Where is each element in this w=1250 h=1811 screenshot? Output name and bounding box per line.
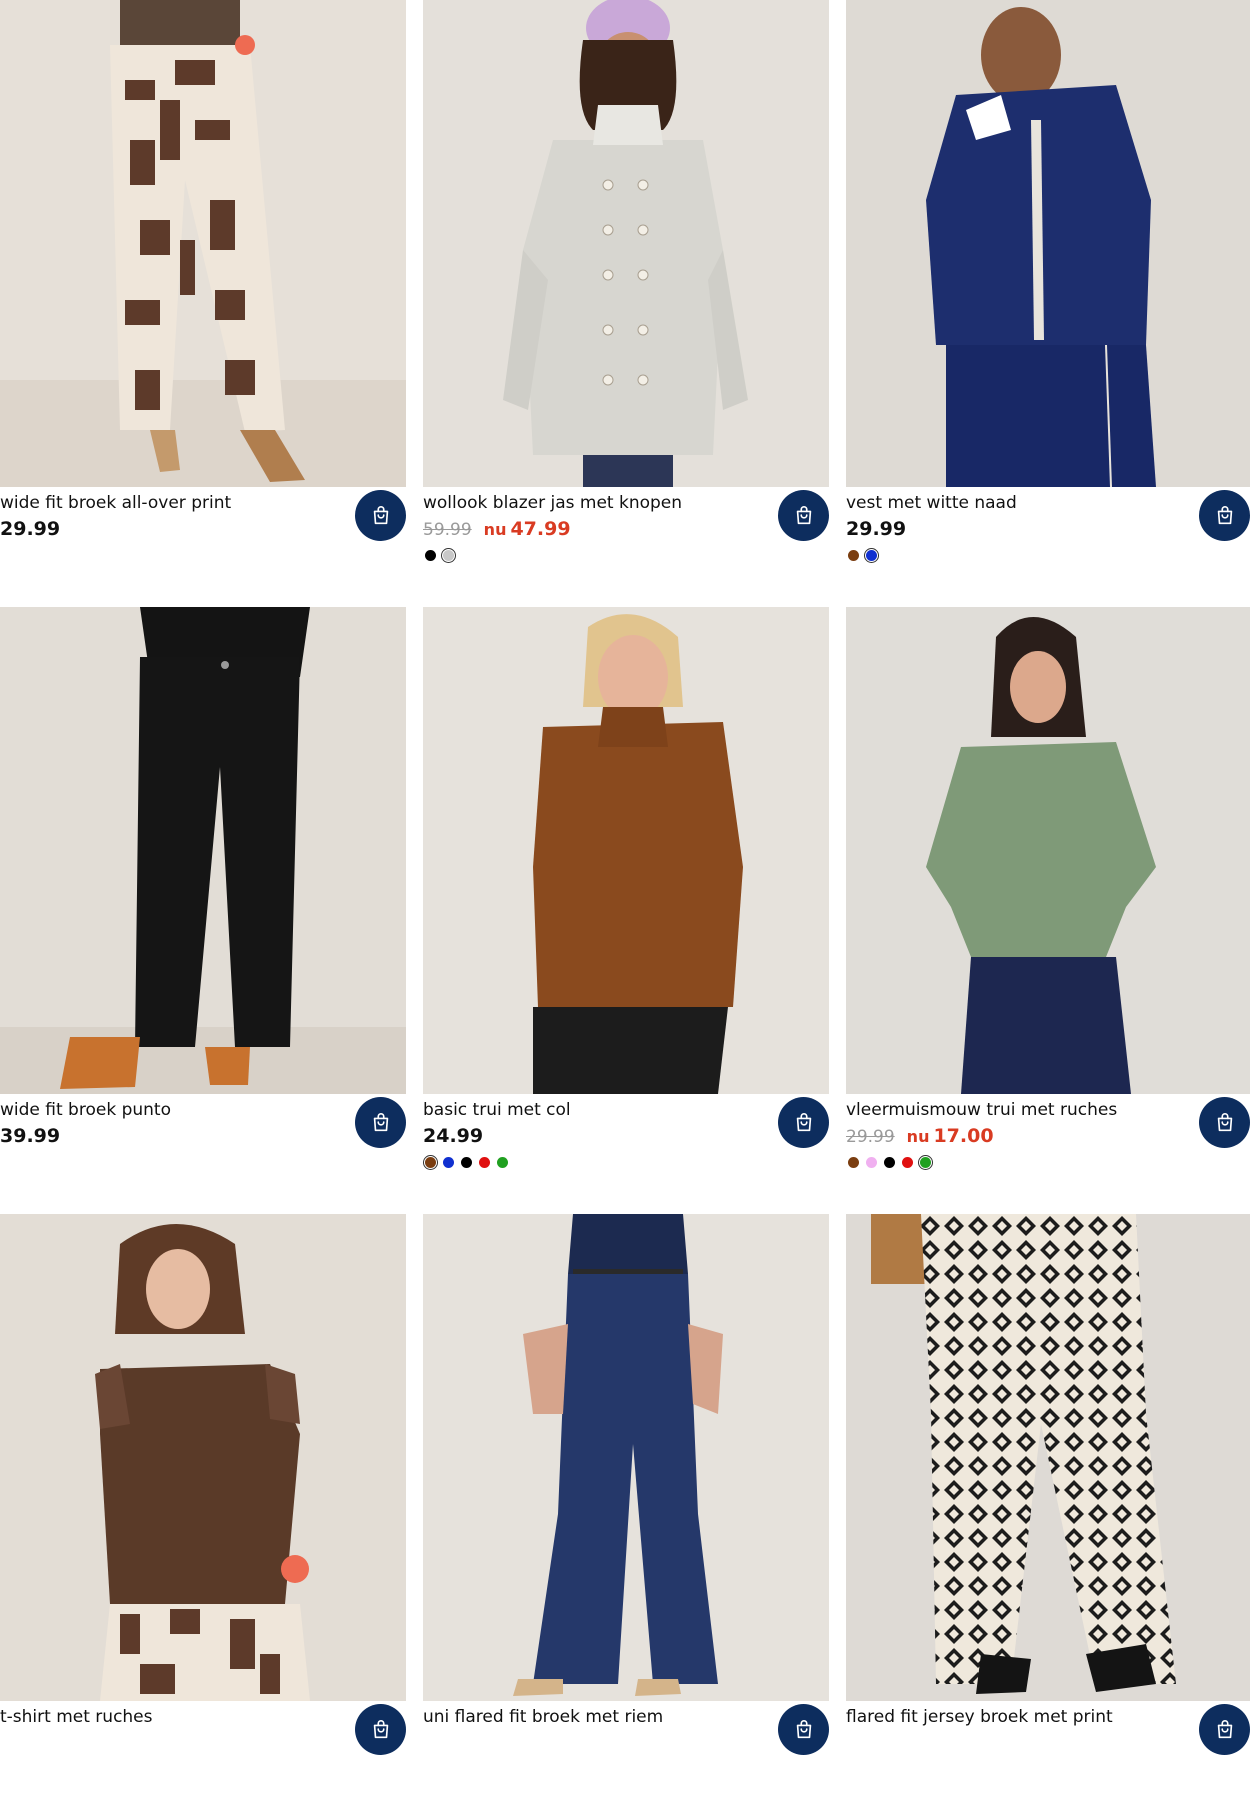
product-price: 39.99 xyxy=(0,1125,61,1147)
add-to-cart-button[interactable] xyxy=(778,1097,829,1148)
color-swatch[interactable] xyxy=(440,547,457,564)
product-image[interactable] xyxy=(423,607,829,1094)
color-swatch[interactable] xyxy=(866,1157,877,1168)
product-card[interactable]: wide fit broek all-over print 29.99 xyxy=(0,0,406,597)
product-price: 29.99 xyxy=(846,518,907,540)
product-image[interactable] xyxy=(0,607,406,1094)
product-price: 24.99 xyxy=(423,1125,484,1147)
product-info: wollook blazer jas met knopen 59.99 nu 47… xyxy=(423,487,829,597)
product-info: vest met witte naad 29.99 xyxy=(846,487,1250,597)
color-swatch[interactable] xyxy=(479,1157,490,1168)
shopping-bag-icon xyxy=(373,1719,388,1738)
add-to-cart-button[interactable] xyxy=(355,1097,406,1148)
price-row: 39.99 xyxy=(0,1125,60,1149)
product-title[interactable]: basic trui met col xyxy=(423,1099,571,1121)
price-row: 29.99 nu 17.00 xyxy=(846,1125,994,1149)
product-price: 29.99 xyxy=(0,518,61,540)
product-info: uni flared fit broek met riem xyxy=(423,1701,829,1811)
sale-price: nu 47.99 xyxy=(484,518,571,540)
product-image[interactable] xyxy=(846,607,1250,1094)
color-swatches xyxy=(848,547,880,564)
sale-price-value: 47.99 xyxy=(510,518,571,540)
color-swatch[interactable] xyxy=(425,550,436,561)
color-swatch[interactable] xyxy=(863,547,880,564)
product-title[interactable]: flared fit jersey broek met print xyxy=(846,1706,1113,1728)
product-title[interactable]: vleermuismouw trui met ruches xyxy=(846,1099,1117,1121)
sale-prefix: nu xyxy=(483,520,507,539)
product-card[interactable]: flared fit jersey broek met print xyxy=(846,1214,1250,1811)
price-row: 29.99 xyxy=(846,518,906,542)
shopping-bag-icon xyxy=(1217,505,1232,524)
price-row: 59.99 nu 47.99 xyxy=(423,518,571,542)
color-swatch[interactable] xyxy=(461,1157,472,1168)
product-title[interactable]: wide fit broek all-over print xyxy=(0,492,231,514)
product-image[interactable] xyxy=(423,1214,829,1701)
product-card[interactable]: wide fit broek punto 39.99 xyxy=(0,607,406,1204)
add-to-cart-button[interactable] xyxy=(355,490,406,541)
product-card[interactable]: uni flared fit broek met riem xyxy=(423,1214,829,1811)
add-to-cart-button[interactable] xyxy=(1199,1097,1250,1148)
color-swatch[interactable] xyxy=(884,1157,895,1168)
price-row: 29.99 xyxy=(0,518,60,542)
color-swatches xyxy=(848,1154,934,1171)
shopping-bag-icon xyxy=(796,1112,811,1131)
product-card[interactable]: wollook blazer jas met knopen 59.99 nu 47… xyxy=(423,0,829,597)
color-swatch[interactable] xyxy=(497,1157,508,1168)
product-image[interactable] xyxy=(0,1214,406,1701)
shopping-bag-icon xyxy=(1217,1719,1232,1738)
old-price: 29.99 xyxy=(846,1127,895,1147)
shopping-bag-icon xyxy=(373,1112,388,1131)
color-swatch[interactable] xyxy=(848,1157,859,1168)
color-swatches xyxy=(425,547,457,564)
color-swatches xyxy=(422,1154,508,1171)
product-grid: wide fit broek all-over print 29.99 woll… xyxy=(0,0,1250,1755)
product-card[interactable]: t-shirt met ruches xyxy=(0,1214,406,1811)
add-to-cart-button[interactable] xyxy=(1199,1704,1250,1755)
shopping-bag-icon xyxy=(1217,1112,1232,1131)
product-info: t-shirt met ruches xyxy=(0,1701,406,1811)
product-card[interactable]: vest met witte naad 29.99 xyxy=(846,0,1250,597)
color-swatch[interactable] xyxy=(917,1154,934,1171)
color-swatch[interactable] xyxy=(848,550,859,561)
product-image[interactable] xyxy=(0,0,406,487)
add-to-cart-button[interactable] xyxy=(355,1704,406,1755)
shopping-bag-icon xyxy=(796,505,811,524)
shopping-bag-icon xyxy=(796,1719,811,1738)
sale-price: nu 17.00 xyxy=(907,1125,994,1147)
product-info: flared fit jersey broek met print xyxy=(846,1701,1250,1811)
color-swatch[interactable] xyxy=(902,1157,913,1168)
product-title[interactable]: wollook blazer jas met knopen xyxy=(423,492,682,514)
product-title[interactable]: wide fit broek punto xyxy=(0,1099,171,1121)
product-image[interactable] xyxy=(846,0,1250,487)
product-title[interactable]: vest met witte naad xyxy=(846,492,1017,514)
product-info: basic trui met col 24.99 xyxy=(422,1094,829,1204)
product-title[interactable]: t-shirt met ruches xyxy=(0,1706,153,1728)
shopping-bag-icon xyxy=(373,505,388,524)
add-to-cart-button[interactable] xyxy=(778,1704,829,1755)
price-row: 24.99 xyxy=(423,1125,483,1149)
old-price: 59.99 xyxy=(423,520,472,540)
product-info: wide fit broek punto 39.99 xyxy=(0,1094,406,1204)
sale-prefix: nu xyxy=(906,1127,930,1146)
color-swatch[interactable] xyxy=(422,1154,439,1171)
product-info: vleermuismouw trui met ruches 29.99 nu 17… xyxy=(846,1094,1250,1204)
product-info: wide fit broek all-over print 29.99 xyxy=(0,487,406,597)
product-image[interactable] xyxy=(846,1214,1250,1701)
color-swatch[interactable] xyxy=(443,1157,454,1168)
product-card[interactable]: vleermuismouw trui met ruches 29.99 nu 17… xyxy=(846,607,1250,1204)
product-card[interactable]: basic trui met col 24.99 xyxy=(422,607,829,1204)
product-title[interactable]: uni flared fit broek met riem xyxy=(423,1706,663,1728)
add-to-cart-button[interactable] xyxy=(1199,490,1250,541)
product-image[interactable] xyxy=(423,0,829,487)
sale-price-value: 17.00 xyxy=(933,1125,994,1147)
add-to-cart-button[interactable] xyxy=(778,490,829,541)
